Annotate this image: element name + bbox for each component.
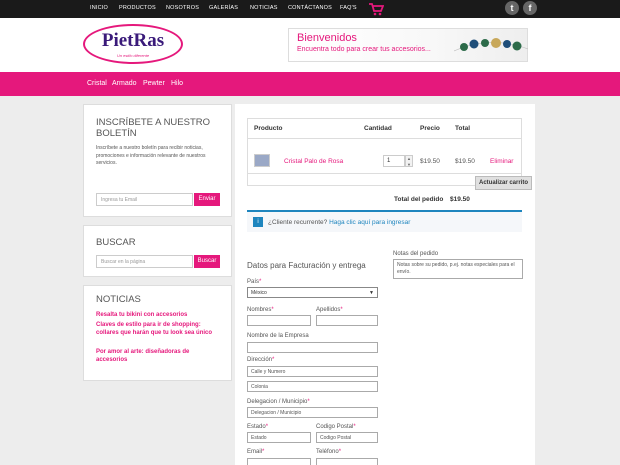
order-total-value: $19.50	[450, 196, 470, 203]
search-panel: BUSCAR Buscar en la página Buscar	[83, 225, 232, 277]
order-notes-label: Notas del pedido	[393, 251, 439, 257]
newsletter-text: Inscríbete a nuestro boletín para recibi…	[96, 145, 206, 166]
country-label: País*	[247, 279, 262, 285]
newsletter-submit-button[interactable]: Enviar	[194, 193, 220, 206]
address-field[interactable]: Calle y Numero	[247, 366, 378, 377]
banner-title: Bienvenidos	[297, 32, 357, 44]
quantity-stepper[interactable]: ▲ ▼	[405, 155, 413, 167]
nav-nosotros[interactable]: NOSOTROS	[166, 5, 199, 11]
zip-label: Codigo Postal*	[316, 424, 356, 430]
category-cristal[interactable]: Cristal	[87, 80, 107, 87]
product-name-link[interactable]: Cristal Palo de Rosa	[284, 158, 343, 165]
nav-productos[interactable]: PRODUCTOS	[119, 5, 156, 11]
news-item[interactable]: Claves de estilo para ir de shopping: co…	[96, 322, 224, 337]
company-field[interactable]	[247, 342, 378, 353]
facebook-icon[interactable]: f	[523, 1, 537, 15]
category-armado[interactable]: Armado	[112, 80, 137, 87]
phone-label: Teléfono*	[316, 449, 342, 455]
first-name-field[interactable]	[247, 315, 311, 326]
logo-text: PietRas	[101, 30, 165, 51]
beads-image	[454, 38, 528, 52]
news-panel: NOTICIAS Resalta tu bikini con accesorio…	[83, 285, 232, 381]
top-navigation: INICIO PRODUCTOS NOSOTROS GALERÍAS NOTIC…	[0, 0, 620, 18]
divider	[248, 173, 521, 174]
checkout-main: Producto Cantidad Precio Total Cristal P…	[235, 104, 535, 465]
company-label: Nombre de la Empresa	[247, 333, 309, 339]
update-cart-button[interactable]: Actualizar carrito	[475, 176, 532, 190]
email-field[interactable]	[247, 458, 311, 465]
address2-field[interactable]: Colonia	[247, 381, 378, 392]
zip-field[interactable]: Codigo Postal	[316, 432, 378, 443]
category-hilo[interactable]: Hilo	[171, 80, 183, 87]
returning-customer-text: ¿Cliente recurrente? Haga clic aquí para…	[268, 219, 410, 226]
nav-galerias[interactable]: GALERÍAS	[209, 5, 238, 11]
news-item[interactable]: Resalta tu bikini con accesorios	[96, 312, 224, 320]
header-quantity: Cantidad	[364, 125, 392, 132]
category-pewter[interactable]: Pewter	[143, 80, 165, 87]
item-price: $19.50	[420, 158, 440, 165]
banner-subtitle: Encuentra todo para crear tus accesorios…	[297, 46, 431, 53]
cart-icon[interactable]	[368, 2, 384, 16]
municipality-label: Delegacion / Municipio*	[247, 399, 310, 405]
first-name-label: Nombres*	[247, 307, 274, 313]
returning-customer-notice: i ¿Cliente recurrente? Haga clic aquí pa…	[247, 210, 522, 232]
state-label: Estado*	[247, 424, 269, 430]
header-total: Total	[455, 125, 471, 132]
login-link[interactable]: Haga clic aquí para ingresar	[329, 219, 410, 226]
nav-noticias[interactable]: NOTICIAS	[250, 5, 278, 11]
remove-item-link[interactable]: Eliminar	[490, 158, 513, 165]
last-name-field[interactable]	[316, 315, 378, 326]
order-notes-field[interactable]: Notas sobre su pedido, p.ej. notas espec…	[393, 259, 523, 279]
twitter-icon[interactable]: t	[505, 1, 519, 15]
welcome-banner: Bienvenidos Encuentra todo para crear tu…	[288, 28, 528, 62]
header-price: Precio	[420, 125, 440, 132]
order-total-label: Total del pedido	[394, 196, 444, 203]
cart-table: Producto Cantidad Precio Total Cristal P…	[247, 118, 532, 190]
newsletter-email-input[interactable]: Ingresa tu Email	[96, 193, 193, 206]
info-icon: i	[253, 217, 263, 227]
nav-inicio[interactable]: INICIO	[90, 5, 108, 11]
search-button[interactable]: Buscar	[194, 255, 220, 268]
newsletter-panel: INSCRÍBETE A NUESTRO BOLETÍN Inscríbete …	[83, 104, 232, 217]
logo[interactable]: PietRas Un estilo diferente	[83, 24, 183, 64]
news-title: NOTICIAS	[96, 294, 141, 305]
item-total: $19.50	[455, 158, 475, 165]
divider	[248, 138, 521, 139]
product-thumbnail[interactable]	[254, 154, 270, 167]
email-label: Email*	[247, 449, 265, 455]
quantity-input[interactable]: 1	[383, 155, 405, 167]
header-product: Producto	[254, 125, 283, 132]
country-select[interactable]: México ▼	[247, 287, 378, 298]
last-name-label: Apellidos*	[316, 307, 343, 313]
search-title: BUSCAR	[96, 237, 136, 248]
nav-contactanos[interactable]: CONTÁCTANOS	[288, 5, 332, 11]
billing-title: Datos para Facturación y entrega	[247, 261, 366, 270]
address-label: Dirección*	[247, 357, 275, 363]
news-item[interactable]: Por amor al arte: diseñadoras de accesor…	[96, 349, 206, 364]
category-bar: Cristal Armado Pewter Hilo	[0, 72, 620, 96]
returning-question: ¿Cliente recurrente?	[268, 219, 328, 226]
state-field[interactable]: Estado	[247, 432, 311, 443]
search-input[interactable]: Buscar en la página	[96, 255, 193, 268]
site-header: PietRas Un estilo diferente Bienvenidos …	[0, 18, 620, 72]
municipality-field[interactable]: Delegacion / Municipio	[247, 407, 378, 418]
logo-tagline: Un estilo diferente	[116, 53, 150, 58]
nav-faqs[interactable]: FAQ'S	[340, 5, 357, 11]
phone-field[interactable]	[316, 458, 378, 465]
newsletter-title: INSCRÍBETE A NUESTRO BOLETÍN	[96, 117, 211, 139]
